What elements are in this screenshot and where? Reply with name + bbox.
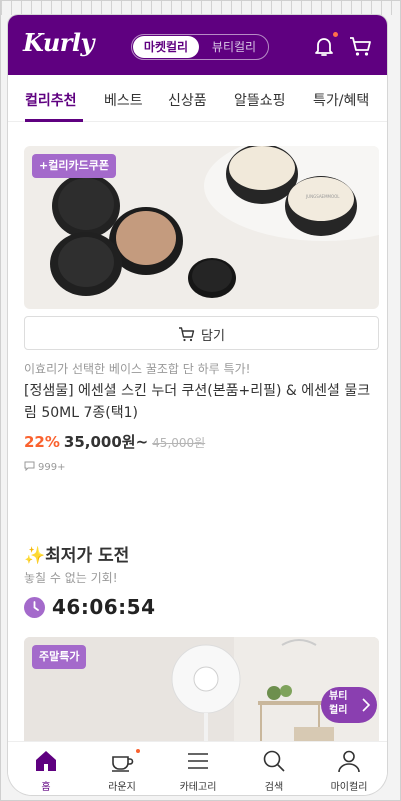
active-tab-indicator: [25, 119, 83, 122]
screenshot-frame: Kurly 마켓컬리 뷰티컬리 컬리추천 베스트 신상품 알뜰쇼핑 특가/혜택: [0, 0, 401, 801]
nav-home-label: 홈: [41, 782, 51, 793]
original-price: 45,000원: [152, 436, 206, 450]
notification-dot: [333, 32, 338, 37]
lounge-cup-icon: [112, 756, 134, 772]
search-icon: [263, 750, 285, 772]
tab-best[interactable]: 베스트: [104, 90, 143, 110]
price-row: 22% 35,000원~ 45,000원: [24, 431, 205, 452]
nav-home[interactable]: 홈: [8, 742, 84, 795]
image-brand-label: JUNGSAEMMOOL: [305, 194, 340, 199]
top-header: Kurly 마켓컬리 뷰티컬리: [8, 15, 387, 75]
review-count: 999+: [24, 461, 65, 473]
nav-my-kurly[interactable]: 마이컬리: [311, 742, 387, 795]
user-icon: [338, 750, 360, 773]
toggle-beauty-kurly[interactable]: 뷰티컬리: [202, 36, 266, 58]
discount-rate: 22%: [24, 433, 60, 451]
nav-category[interactable]: 카테고리: [160, 742, 236, 795]
bottom-navigation: 홈 라운지 카테고리 검색 마이컬리: [8, 741, 387, 795]
sale-price: 35,000원~: [63, 433, 149, 451]
nav-search[interactable]: 검색: [236, 742, 312, 795]
bell-icon[interactable]: [311, 33, 337, 59]
market-beauty-toggle[interactable]: 마켓컬리 뷰티컬리: [131, 34, 269, 60]
nav-category-label: 카테고리: [179, 782, 217, 793]
nav-lounge-label: 라운지: [108, 782, 136, 793]
product-subtitle: 이효리가 선택한 베이스 꿀조합 단 하루 특가!: [24, 362, 251, 376]
weekend-deal-badge: 주말특가: [32, 645, 87, 669]
product-name[interactable]: [정샘물] 에센셜 스킨 누더 쿠션(본품+리필) & 에센셜 물크림 50ML…: [24, 380, 374, 424]
kurly-logo[interactable]: Kurly: [23, 28, 95, 57]
section-subtitle: 놓칠 수 없는 기회!: [24, 571, 118, 585]
countdown-timer: 46:06:54: [52, 595, 156, 619]
cart-icon: [179, 327, 195, 342]
card-coupon-badge: +컬리카드쿠폰: [32, 154, 116, 178]
beauty-kurly-floating-button[interactable]: 뷰티 컬리: [321, 687, 377, 723]
timer-icon: [24, 597, 45, 618]
menu-icon: [188, 753, 208, 769]
add-to-cart-button[interactable]: 담기: [24, 316, 379, 350]
cart-icon[interactable]: [348, 33, 374, 59]
tab-new[interactable]: 신상품: [168, 90, 207, 110]
add-to-cart-label: 담기: [201, 329, 225, 344]
nav-lounge[interactable]: 라운지: [84, 742, 160, 795]
tab-deals-benefits[interactable]: 특가/혜택: [313, 90, 369, 110]
tab-kurly-recommend[interactable]: 컬리추천: [25, 90, 77, 110]
beauty-kurly-label: 뷰티 컬리: [329, 691, 348, 716]
app-screen: Kurly 마켓컬리 뷰티컬리 컬리추천 베스트 신상품 알뜰쇼핑 특가/혜택: [8, 15, 387, 795]
nav-search-label: 검색: [264, 782, 284, 793]
tab-saving-shopping[interactable]: 알뜰쇼핑: [234, 90, 286, 110]
lounge-new-dot: [136, 749, 140, 753]
speech-bubble-icon: [24, 461, 35, 471]
home-icon: [36, 751, 56, 771]
chevron-right-icon: [362, 698, 370, 712]
review-count-value: 999+: [38, 462, 66, 473]
section-title: ✨최저가 도전: [24, 546, 130, 566]
binder-edge: [1, 1, 401, 15]
toggle-market-kurly[interactable]: 마켓컬리: [133, 36, 199, 58]
product-image[interactable]: JUNGSAEMMOOL +컬리카드쿠폰: [24, 146, 379, 309]
nav-my-kurly-label: 마이컬리: [330, 782, 368, 793]
category-tabs: 컬리추천 베스트 신상품 알뜰쇼핑 특가/혜택: [8, 75, 387, 122]
